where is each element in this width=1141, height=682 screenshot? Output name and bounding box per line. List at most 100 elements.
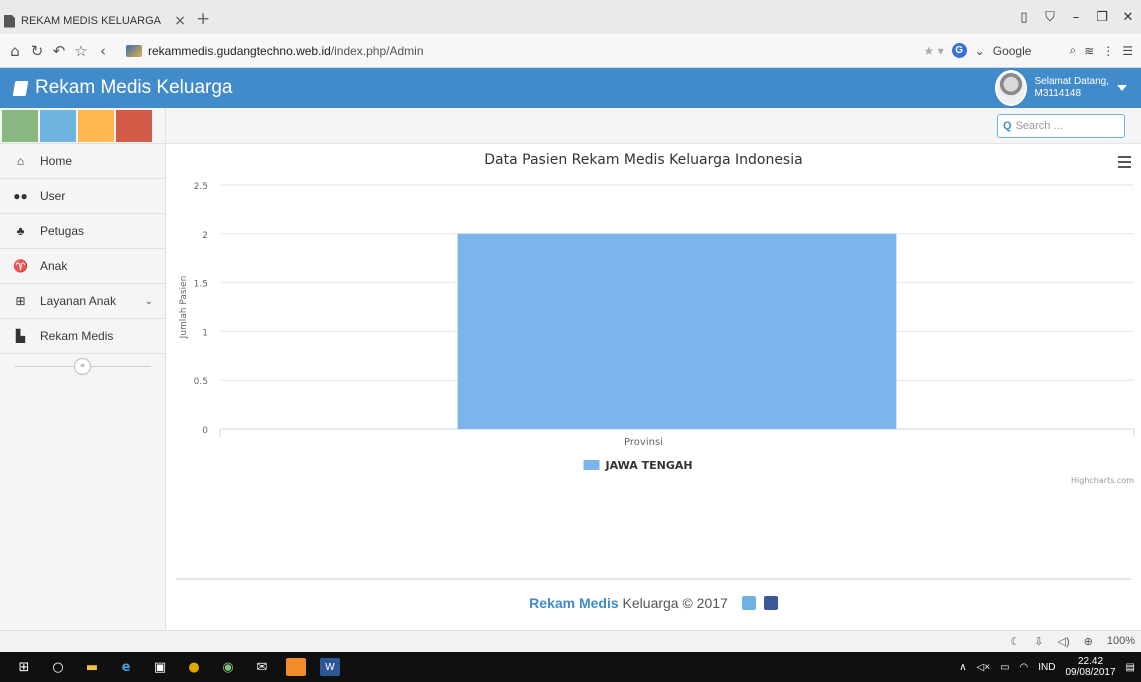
address-bar: ⌂ ↻ ↶ ☆ ‹ rekammedis.gudangtechno.web.id… xyxy=(0,34,1141,68)
document-icon xyxy=(4,14,15,28)
favorite-star-icon[interactable]: ★ ▾ xyxy=(924,44,944,58)
night-mode-icon[interactable]: ☾ xyxy=(1010,635,1020,648)
y-tick-label: 2 xyxy=(202,231,208,241)
shortcut-button-green[interactable] xyxy=(2,110,38,142)
tab-close-icon[interactable]: × xyxy=(174,13,186,29)
username-text: M3114148 xyxy=(1034,88,1082,99)
shortcut-button-red[interactable] xyxy=(116,110,152,142)
shortcut-button-blue[interactable] xyxy=(40,110,76,142)
sidebar-item-label: Anak xyxy=(40,259,68,273)
file-explorer-icon[interactable]: ▬ xyxy=(82,658,102,676)
user-menu[interactable]: Selamat Datang, M3114148 xyxy=(994,70,1141,106)
app-header: Rekam Medis Keluarga Selamat Datang, M31… xyxy=(0,68,1141,108)
sidebar-item-label: Rekam Medis xyxy=(40,329,114,343)
back-arrow-icon[interactable]: ‹ xyxy=(92,42,114,60)
chart-context-menu-icon[interactable] xyxy=(1118,156,1131,171)
y-tick-label: 1 xyxy=(202,328,208,338)
language-indicator[interactable]: IND xyxy=(1038,662,1055,673)
tab-title: REKAM MEDIS KELUARGA xyxy=(21,15,161,27)
sidebar-item-petugas[interactable]: ♣ Petugas xyxy=(0,214,165,249)
footer-divider xyxy=(176,578,1131,580)
search-icon[interactable]: ⌕ xyxy=(1069,43,1076,58)
tray-volume-icon[interactable]: ◁× xyxy=(977,662,991,673)
tray-wifi-icon[interactable]: ◠ xyxy=(1020,662,1029,673)
records-icon: ▙ xyxy=(15,329,26,343)
search-input[interactable]: Search ... xyxy=(1016,120,1063,132)
users-icon: ●● xyxy=(13,189,28,203)
sidebar-item-user[interactable]: ●● User xyxy=(0,179,165,214)
greeting-text: Selamat Datang, xyxy=(1034,76,1110,87)
windows-taskbar: ⊞ ○ ▬ e ▣ ● ◉ ✉ W ∧ ◁× ▭ ◠ IND 22.42 09/… xyxy=(0,652,1141,682)
avatar xyxy=(994,70,1027,106)
sidebar-item-anak[interactable]: ♈ Anak xyxy=(0,249,165,284)
back-icon[interactable]: ↶ xyxy=(48,42,70,60)
footer: Rekam Medis Keluarga © 2017 xyxy=(166,595,1141,611)
minimize-button[interactable]: – xyxy=(1063,10,1089,25)
book-icon xyxy=(12,80,29,96)
sidebar-item-label: Petugas xyxy=(40,224,85,238)
taskbar-search-icon[interactable]: ○ xyxy=(48,658,68,676)
bookmark-star-icon[interactable]: ☆ xyxy=(70,42,92,60)
edge-browser-icon[interactable]: e xyxy=(116,658,136,676)
maximize-button[interactable]: ❐ xyxy=(1089,10,1115,25)
chrome-icon[interactable]: ● xyxy=(184,658,204,676)
collapse-sidebar-button[interactable]: « xyxy=(74,358,91,375)
browser-tab[interactable]: REKAM MEDIS KELUARGA × xyxy=(0,8,190,34)
sidebar-shortcuts xyxy=(0,108,165,144)
word-icon[interactable]: W xyxy=(320,658,340,676)
volume-icon[interactable]: ◁) xyxy=(1058,635,1070,648)
vibrate-icon[interactable]: ▯ xyxy=(1011,10,1037,25)
content-topbar: Q Search ... xyxy=(166,108,1141,144)
search-engine-label[interactable]: Google xyxy=(993,44,1032,58)
window-controls: ▯ ⛉ – ❐ ✕ xyxy=(1011,10,1141,25)
windows-start-icon[interactable]: ⊞ xyxy=(14,658,34,676)
sidebar: ⌂ Home ●● User ♣ Petugas ♈ Anak ⊞ Layana… xyxy=(0,108,166,630)
footer-brand: Rekam Medis xyxy=(529,595,619,611)
system-tray: ∧ ◁× ▭ ◠ IND 22.42 09/08/2017 ▤ xyxy=(959,656,1141,678)
zoom-level[interactable]: 100% xyxy=(1107,635,1135,648)
shield-icon[interactable]: ⛉ xyxy=(1037,10,1063,25)
url-domain: rekammedis.gudangtechno.web.id xyxy=(148,43,331,58)
facebook-icon[interactable] xyxy=(763,596,778,610)
staff-icon: ♣ xyxy=(16,224,25,238)
app-brand[interactable]: Rekam Medis Keluarga xyxy=(0,77,232,99)
home-nav-icon[interactable]: ⌂ xyxy=(4,42,26,60)
uc-browser-icon[interactable] xyxy=(286,658,306,676)
download-icon[interactable]: ⇩ xyxy=(1034,635,1043,648)
android-studio-icon[interactable]: ◉ xyxy=(218,658,238,676)
new-tab-button[interactable]: + xyxy=(196,9,210,29)
more-menu-icon[interactable]: ⋮ xyxy=(1102,44,1114,58)
site-favicon xyxy=(126,44,142,57)
shortcut-button-orange[interactable] xyxy=(78,110,114,142)
zoom-icon[interactable]: ⊕ xyxy=(1084,635,1093,648)
hamburger-menu-icon[interactable]: ☰ xyxy=(1122,44,1133,58)
search-box[interactable]: Q Search ... xyxy=(997,114,1125,138)
chart-container: Data Pasien Rekam Medis Keluarga Indones… xyxy=(166,144,1141,499)
legend-item: JAWA TENGAH xyxy=(605,459,693,472)
mail-icon[interactable]: ✉ xyxy=(252,658,272,676)
clock[interactable]: 22.42 09/08/2017 xyxy=(1065,656,1115,678)
search-engine-icon[interactable]: G xyxy=(951,43,967,58)
x-axis-label: Provinsi xyxy=(624,437,663,448)
browser-statusbar: ☾ ⇩ ◁) ⊕ 100% xyxy=(0,630,1141,652)
store-icon[interactable]: ▣ xyxy=(150,658,170,676)
y-tick-label: 2.5 xyxy=(194,182,208,192)
twitter-icon[interactable] xyxy=(741,596,756,610)
y-axis-label: Jumlah Pasien xyxy=(179,276,189,340)
search-engine-dropdown-icon[interactable]: ⌄ xyxy=(975,44,985,58)
notification-icon[interactable]: ▤ xyxy=(1126,662,1135,673)
sidebar-item-home[interactable]: ⌂ Home xyxy=(0,144,165,179)
reload-icon[interactable]: ↻ xyxy=(26,42,48,60)
bar-jawa-tengah xyxy=(457,233,897,429)
wifi-icon[interactable]: ≋ xyxy=(1084,44,1094,58)
sidebar-item-layanan-anak[interactable]: ⊞ Layanan Anak ⌄ xyxy=(0,284,165,319)
clock-date: 09/08/2017 xyxy=(1065,667,1116,678)
close-window-button[interactable]: ✕ xyxy=(1115,10,1141,25)
url-path: /index.php/Admin xyxy=(330,43,424,58)
sidebar-item-rekam-medis[interactable]: ▙ Rekam Medis xyxy=(0,319,165,354)
child-icon: ♈ xyxy=(13,259,28,273)
tray-battery-icon[interactable]: ▭ xyxy=(1000,662,1009,673)
tray-chevron-icon[interactable]: ∧ xyxy=(959,662,966,673)
url-field[interactable]: rekammedis.gudangtechno.web.id /index.ph… xyxy=(126,44,786,58)
chart-credits: Highcharts.com xyxy=(1071,476,1134,485)
